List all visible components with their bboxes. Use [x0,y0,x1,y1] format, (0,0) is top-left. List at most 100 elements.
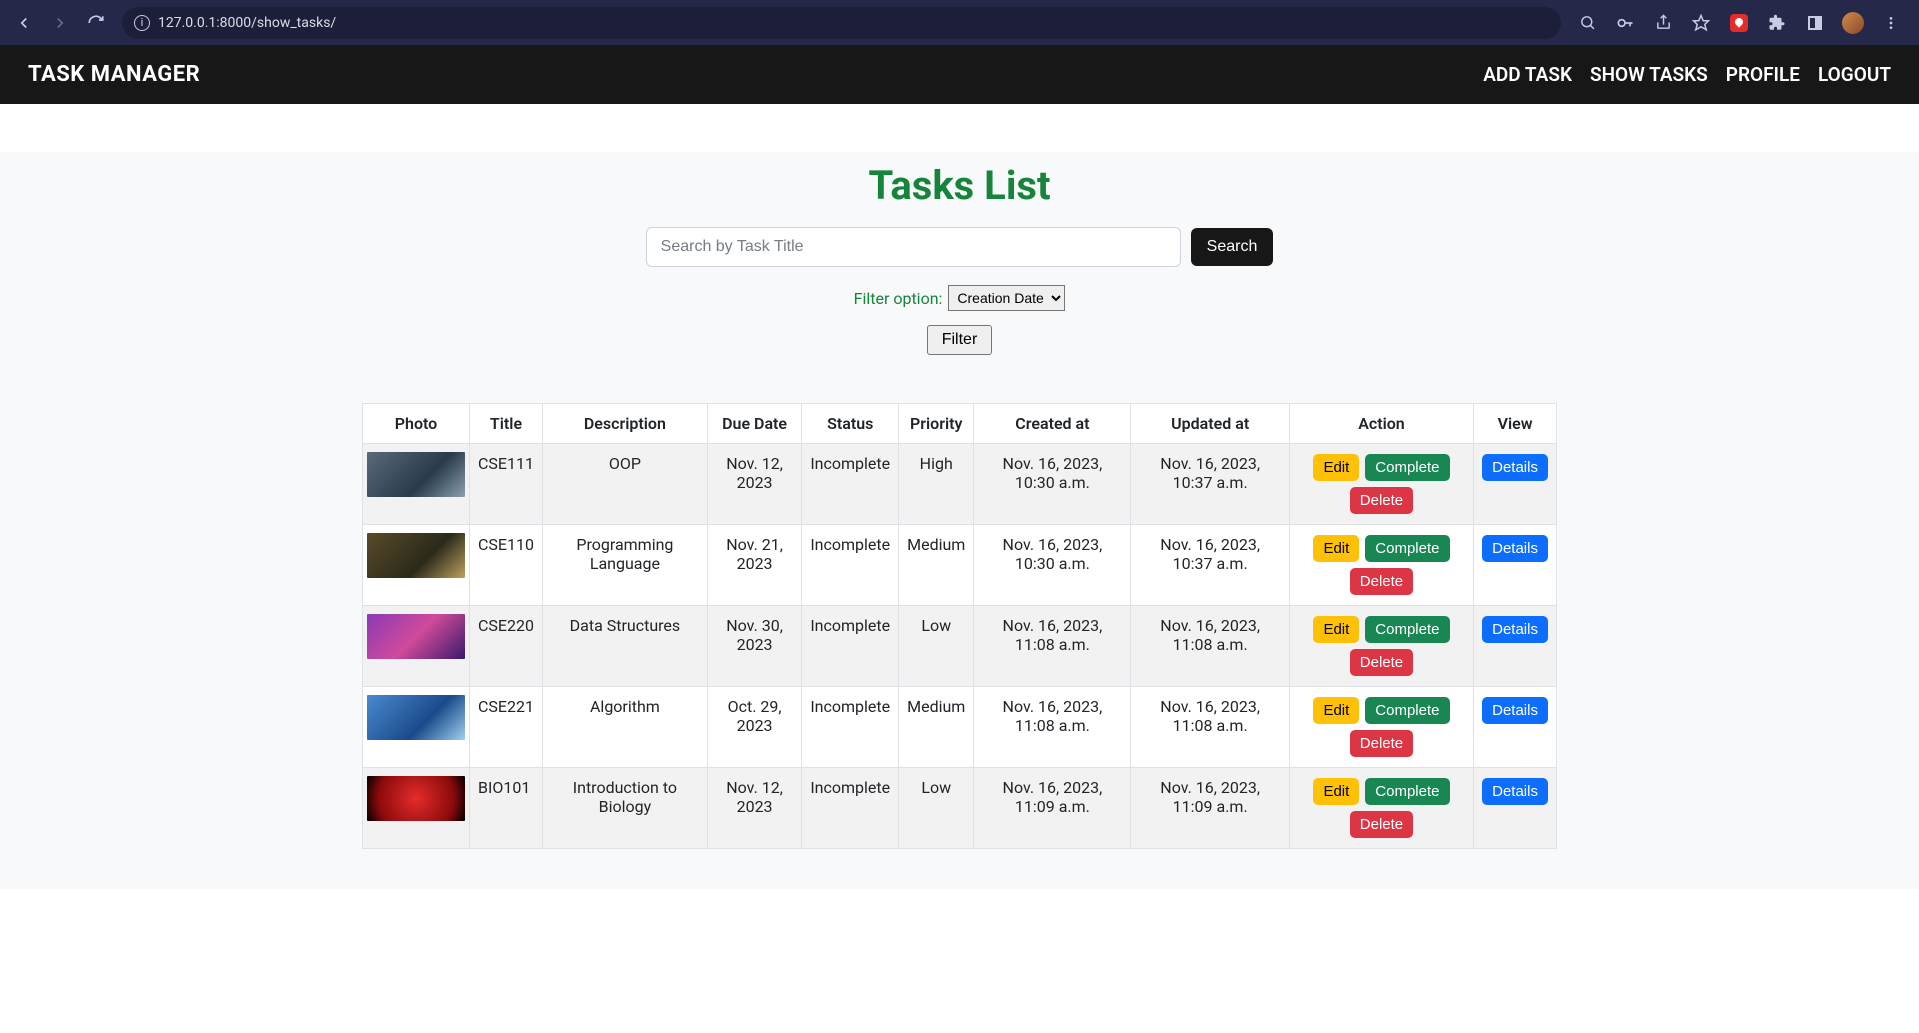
cell-title: CSE221 [470,687,543,768]
password-key-icon[interactable] [1611,9,1639,37]
nav-add-task[interactable]: ADD TASK [1483,63,1572,86]
complete-button[interactable]: Complete [1365,778,1449,805]
cell-due-date: Oct. 29, 2023 [707,687,802,768]
task-thumbnail[interactable] [367,614,465,659]
table-header-row: Photo Title Description Due Date Status … [363,404,1557,444]
cell-priority: Low [899,606,974,687]
cell-photo [363,444,470,525]
search-button[interactable]: Search [1191,228,1274,266]
brand-title[interactable]: TASK MANAGER [28,62,200,87]
table-row: CSE220 Data Structures Nov. 30, 2023 Inc… [363,606,1557,687]
cell-action: Edit Complete Delete [1289,687,1473,768]
cell-description: OOP [542,444,707,525]
header-photo: Photo [363,404,470,444]
cell-photo [363,768,470,849]
cell-created-at: Nov. 16, 2023, 11:08 a.m. [974,687,1131,768]
cell-view: Details [1474,606,1557,687]
details-button[interactable]: Details [1482,697,1548,724]
task-thumbnail[interactable] [367,695,465,740]
cell-view: Details [1474,525,1557,606]
page-viewport[interactable]: TASK MANAGER ADD TASK SHOW TASKS PROFILE… [0,45,1919,1033]
edit-button[interactable]: Edit [1313,454,1359,481]
cell-created-at: Nov. 16, 2023, 10:30 a.m. [974,444,1131,525]
cell-created-at: Nov. 16, 2023, 11:08 a.m. [974,606,1131,687]
bookmark-star-icon[interactable] [1687,9,1715,37]
reload-button[interactable] [80,7,112,39]
filter-button[interactable]: Filter [927,325,993,355]
cell-description: Programming Language [542,525,707,606]
cell-view: Details [1474,768,1557,849]
edit-button[interactable]: Edit [1313,616,1359,643]
cell-status: Incomplete [802,687,899,768]
nav-show-tasks[interactable]: SHOW TASKS [1590,63,1708,86]
cell-due-date: Nov. 21, 2023 [707,525,802,606]
cell-description: Introduction to Biology [542,768,707,849]
cell-view: Details [1474,444,1557,525]
cell-due-date: Nov. 30, 2023 [707,606,802,687]
delete-button[interactable]: Delete [1350,811,1413,838]
details-button[interactable]: Details [1482,616,1548,643]
cell-action: Edit Complete Delete [1289,444,1473,525]
cell-title: BIO101 [470,768,543,849]
details-button[interactable]: Details [1482,778,1548,805]
forward-button[interactable] [44,7,76,39]
nav-profile[interactable]: PROFILE [1726,63,1800,86]
delete-button[interactable]: Delete [1350,568,1413,595]
site-info-icon[interactable]: i [134,15,150,31]
cell-title: CSE111 [470,444,543,525]
kebab-menu-icon[interactable] [1877,9,1905,37]
tasks-table: Photo Title Description Due Date Status … [362,403,1557,849]
header-status: Status [802,404,899,444]
search-icon[interactable] [1573,9,1601,37]
cell-description: Data Structures [542,606,707,687]
table-row: CSE221 Algorithm Oct. 29, 2023 Incomplet… [363,687,1557,768]
cell-created-at: Nov. 16, 2023, 11:09 a.m. [974,768,1131,849]
complete-button[interactable]: Complete [1365,616,1449,643]
share-icon[interactable] [1649,9,1677,37]
search-input[interactable] [646,227,1181,267]
cell-status: Incomplete [802,606,899,687]
cell-due-date: Nov. 12, 2023 [707,444,802,525]
complete-button[interactable]: Complete [1365,454,1449,481]
header-view: View [1474,404,1557,444]
task-thumbnail[interactable] [367,452,465,497]
details-button[interactable]: Details [1482,535,1548,562]
header-priority: Priority [899,404,974,444]
delete-button[interactable]: Delete [1350,487,1413,514]
task-thumbnail[interactable] [367,533,465,578]
extension-ublock-icon[interactable] [1725,9,1753,37]
address-bar[interactable]: i 127.0.0.1:8000/show_tasks/ [122,7,1561,39]
cell-updated-at: Nov. 16, 2023, 11:08 a.m. [1131,687,1289,768]
header-description: Description [542,404,707,444]
side-panel-icon[interactable] [1801,9,1829,37]
delete-button[interactable]: Delete [1350,649,1413,676]
extensions-puzzle-icon[interactable] [1763,9,1791,37]
cell-due-date: Nov. 12, 2023 [707,768,802,849]
table-row: BIO101 Introduction to Biology Nov. 12, … [363,768,1557,849]
nav-logout[interactable]: LOGOUT [1818,63,1891,86]
edit-button[interactable]: Edit [1313,535,1359,562]
header-created-at: Created at [974,404,1131,444]
cell-updated-at: Nov. 16, 2023, 11:09 a.m. [1131,768,1289,849]
table-row: CSE111 OOP Nov. 12, 2023 Incomplete High… [363,444,1557,525]
cell-action: Edit Complete Delete [1289,606,1473,687]
complete-button[interactable]: Complete [1365,535,1449,562]
edit-button[interactable]: Edit [1313,778,1359,805]
cell-status: Incomplete [802,525,899,606]
profile-avatar-icon[interactable] [1839,9,1867,37]
table-row: CSE110 Programming Language Nov. 21, 202… [363,525,1557,606]
complete-button[interactable]: Complete [1365,697,1449,724]
cell-view: Details [1474,687,1557,768]
filter-select[interactable]: Creation Date [948,285,1065,311]
details-button[interactable]: Details [1482,454,1548,481]
cell-action: Edit Complete Delete [1289,525,1473,606]
page-title: Tasks List [0,162,1919,209]
task-thumbnail[interactable] [367,776,465,821]
cell-photo [363,525,470,606]
cell-title: CSE220 [470,606,543,687]
delete-button[interactable]: Delete [1350,730,1413,757]
filter-label: Filter option: [854,289,943,308]
edit-button[interactable]: Edit [1313,697,1359,724]
cell-action: Edit Complete Delete [1289,768,1473,849]
back-button[interactable] [8,7,40,39]
